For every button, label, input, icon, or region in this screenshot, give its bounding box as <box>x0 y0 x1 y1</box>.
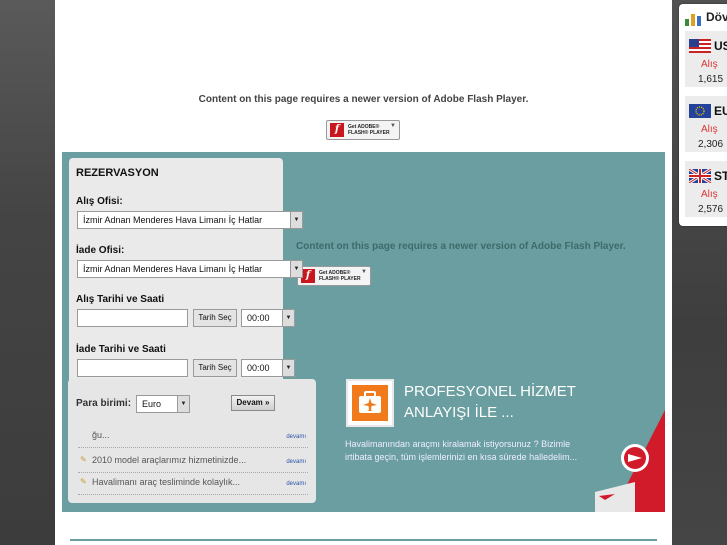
chevron-down-icon: ▼ <box>177 396 189 412</box>
chevron-down-icon: ▼ <box>282 360 294 376</box>
chevron-down-icon: ▼ <box>290 261 302 277</box>
news-more-link[interactable]: devamı <box>286 434 306 440</box>
reservation-title: REZERVASYON <box>76 167 159 179</box>
news-bullet-icon: ✎ <box>80 455 87 464</box>
continue-button[interactable]: Devam » <box>231 395 275 411</box>
rate-usd: US Alış 1,615 <box>685 31 727 87</box>
news-item[interactable]: ğu... devamı <box>78 427 308 448</box>
currency-select[interactable]: Euro ▼ <box>136 395 190 413</box>
flash-notice-top: Content on this page requires a newer ve… <box>198 94 529 105</box>
news-item-text: 2010 model araçlarımız hizmetinizde... <box>92 455 247 465</box>
uk-flag-icon <box>689 169 711 183</box>
return-office-select[interactable]: İzmir Adnan Menderes Hava Limanı İç Hatl… <box>77 260 303 278</box>
currency-news-panel: Para birimi: Euro ▼ Devam » ğu... devamı… <box>68 379 316 503</box>
suitcase-plane-icon <box>346 379 394 427</box>
reservation-panel: REZERVASYON Alış Ofisi: İzmir Adnan Mend… <box>69 158 303 384</box>
currency-label: Para birimi: <box>76 398 132 409</box>
exchange-widget-title: Döv <box>706 10 727 24</box>
promo-body: Havalimanından araçmı kiralamak istiyors… <box>345 439 578 462</box>
pickup-office-label: Alış Ofisi: <box>76 196 123 207</box>
news-item[interactable]: ✎ Havalimanı araç tesliminde kolaylık...… <box>78 474 308 495</box>
pickup-date-input[interactable] <box>77 309 188 327</box>
rate-gbp: ST Alış 2,576 <box>685 161 727 217</box>
promo-headline: PROFESYONEL HİZMET ANLAYIŞI İLE ... <box>404 383 576 421</box>
news-more-link[interactable]: devamı <box>286 481 306 487</box>
news-bullet-icon: ✎ <box>80 477 87 486</box>
left-background <box>0 0 55 545</box>
pickup-datetime-label: Alış Tarihi ve Saati <box>76 294 165 305</box>
chevron-down-icon: ▼ <box>282 310 294 326</box>
flash-logo-icon: f <box>330 123 344 137</box>
eu-flag-icon <box>689 104 711 118</box>
pickup-office-select[interactable]: İzmir Adnan Menderes Hava Limanı İç Hatl… <box>77 211 303 229</box>
exchange-rate-widget: Döv US Alış 1,615 EU Alış 2,306 ST Alış … <box>679 4 727 226</box>
download-arrow-icon: ▼ <box>361 269 367 275</box>
bar-chart-icon <box>685 14 701 26</box>
pickup-date-button[interactable]: Tarih Seç <box>193 309 237 327</box>
rate-alis-value: 2,576 <box>698 204 724 215</box>
rate-code: EU <box>714 104 727 118</box>
airplane-tail-icon <box>595 410 665 512</box>
us-flag-icon <box>689 39 711 53</box>
return-time-select[interactable]: 00:00 ▼ <box>241 359 295 377</box>
footer-divider <box>70 539 657 541</box>
news-item-text: ğu... <box>92 430 110 440</box>
rate-code: US <box>714 39 727 53</box>
return-datetime-label: İade Tarihi ve Saati <box>76 344 166 355</box>
download-arrow-icon: ▼ <box>390 123 396 129</box>
news-more-link[interactable]: devamı <box>286 459 306 465</box>
get-flash-player-badge-hero[interactable]: f Get ADOBE® FLASH® PLAYER ▼ <box>297 266 371 286</box>
get-flash-player-badge-top[interactable]: f Get ADOBE® FLASH® PLAYER ▼ <box>326 120 400 140</box>
return-date-button[interactable]: Tarih Seç <box>193 359 237 377</box>
rate-alis-value: 2,306 <box>698 139 724 150</box>
pickup-time-value: 00:00 <box>247 313 270 323</box>
return-date-input[interactable] <box>77 359 188 377</box>
flash-notice-hero: Content on this page requires a newer ve… <box>296 241 626 252</box>
rate-alis-value: 1,615 <box>698 74 724 85</box>
return-office-value: İzmir Adnan Menderes Hava Limanı İç Hatl… <box>83 264 263 274</box>
rate-alis-label: Alış <box>701 124 718 135</box>
flash-badge-text: Get ADOBE® FLASH® PLAYER <box>348 124 390 136</box>
chevron-down-icon: ▼ <box>290 212 302 228</box>
rate-code: ST <box>714 169 727 183</box>
return-time-value: 00:00 <box>247 363 270 373</box>
rate-alis-label: Alış <box>701 59 718 70</box>
currency-value: Euro <box>142 399 162 409</box>
news-item[interactable]: ✎ 2010 model araçlarımız hizmetinizde...… <box>78 452 308 473</box>
rate-alis-label: Alış <box>701 189 718 200</box>
flash-logo-icon: f <box>301 269 315 283</box>
pickup-office-value: İzmir Adnan Menderes Hava Limanı İç Hatl… <box>83 215 263 225</box>
flash-badge-text: Get ADOBE® FLASH® PLAYER <box>319 270 361 282</box>
rate-eur: EU Alış 2,306 <box>685 96 727 152</box>
return-office-label: İade Ofisi: <box>76 245 125 256</box>
news-item-text: Havalimanı araç tesliminde kolaylık... <box>92 477 241 487</box>
pickup-time-select[interactable]: 00:00 ▼ <box>241 309 295 327</box>
